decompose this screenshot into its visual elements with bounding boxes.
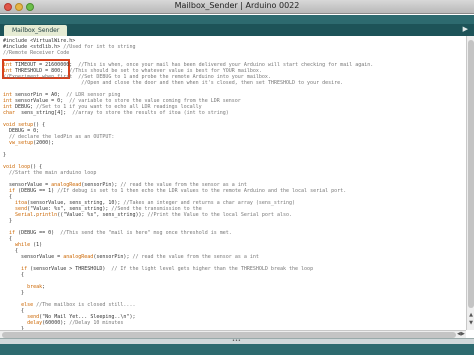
scroll-up-icon[interactable]: ▲: [467, 312, 474, 318]
code-line[interactable]: if (DEBUG == 0) //This send the "mail is…: [3, 230, 232, 236]
code-line[interactable]: sensorValue = analogRead(sensorPin); // …: [3, 254, 259, 260]
vertical-scrollbar[interactable]: ▲ ▼: [466, 36, 474, 330]
vertical-scroll-thumb[interactable]: [468, 40, 474, 308]
toolbar: [0, 15, 474, 24]
window-title: Mailbox_Sender | Arduino 0022: [174, 1, 300, 10]
code-line[interactable]: //Remote Receiver Code: [3, 50, 69, 56]
code-line[interactable]: if (DEBUG == 1) //If debug is set to 1 t…: [3, 188, 346, 194]
horizontal-scrollbar[interactable]: ◀ ▶: [0, 330, 466, 338]
code-line[interactable]: }: [3, 152, 6, 158]
tab-bar: Mailbox_Sender ▶: [0, 24, 474, 36]
code-line[interactable]: {: [3, 272, 24, 278]
status-bar: [0, 344, 474, 355]
code-line[interactable]: vw_setup(2000);: [3, 140, 54, 146]
code-line[interactable]: if (sensorValue > THRESHOLD) // If the l…: [3, 266, 313, 272]
title-bar: Mailbox_Sender | Arduino 0022: [0, 0, 474, 14]
tab-menu-arrow-icon[interactable]: ▶: [463, 25, 468, 33]
scroll-right-icon[interactable]: ▶: [461, 331, 465, 337]
code-line[interactable]: Serial.println(("Value: %s", sens_string…: [3, 212, 292, 218]
code-line[interactable]: char sens_string[4]; //array to store th…: [3, 110, 229, 116]
code-line[interactable]: }: [3, 218, 12, 224]
code-line[interactable]: //Start the main arduino loop: [3, 170, 96, 176]
scroll-down-icon[interactable]: ▼: [467, 320, 474, 326]
code-line[interactable]: //Open and close the door and then when …: [3, 80, 343, 86]
code-editor[interactable]: #include <VirtualWire.h> #include <stdlib…: [0, 36, 466, 330]
code-line[interactable]: }: [3, 290, 24, 296]
tab-mailbox-sender[interactable]: Mailbox_Sender: [4, 25, 68, 36]
